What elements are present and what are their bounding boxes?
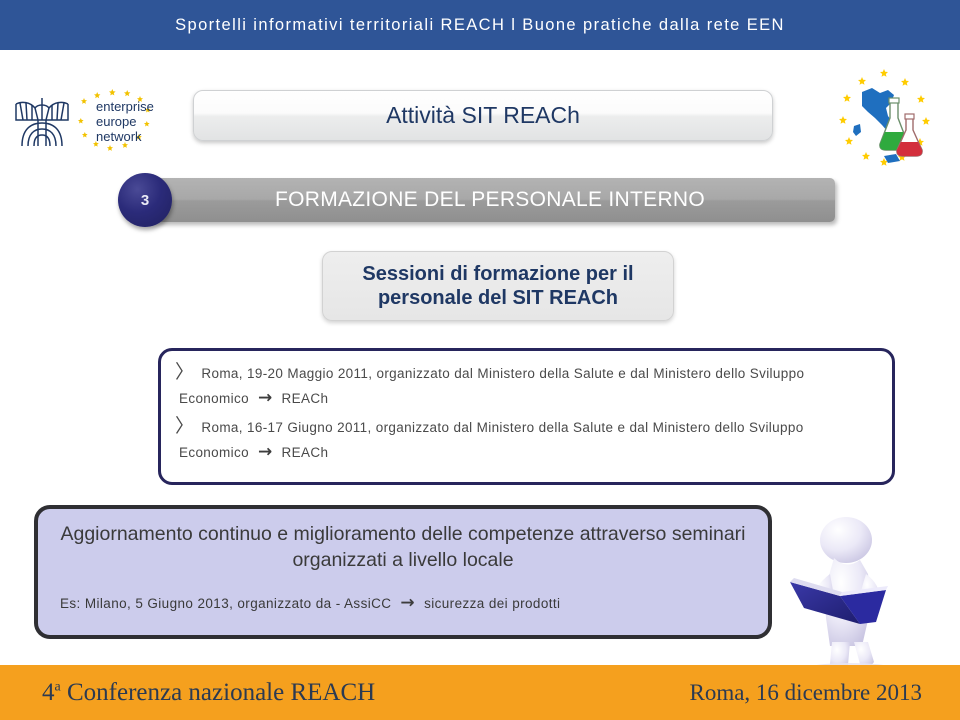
- bullet-line-primary: 〉 Roma, 16-17 Giugno 2011, organizzato d…: [175, 415, 874, 438]
- bullet-text: Roma, 19-20 Maggio 2011, organizzato dal…: [201, 366, 805, 381]
- person-reading-book-illustration: [764, 512, 940, 672]
- activity-title-pill: Attività SIT REACh: [193, 90, 773, 141]
- footer-conference-name: Conferenza nazionale REACH: [60, 678, 376, 706]
- arrow-right-icon: →: [400, 593, 416, 614]
- list-item: 〉 Roma, 19-20 Maggio 2011, organizzato d…: [175, 361, 874, 407]
- chevron-right-icon: 〉: [175, 415, 195, 438]
- bullet-text-after-arrow: REACh: [281, 445, 329, 461]
- footer-bar: 4a Conferenza nazionale REACH Roma, 16 d…: [0, 665, 960, 720]
- footer-conference-number: 4: [42, 678, 55, 706]
- step-number-label: 3: [140, 191, 150, 209]
- arrow-right-icon: →: [257, 442, 273, 463]
- formazione-bar-label: FORMAZIONE DEL PERSONALE INTERNO: [274, 188, 706, 211]
- bullet-line-secondary: Economico → REACh: [179, 390, 874, 407]
- bullet-text-after-arrow: REACh: [281, 391, 329, 407]
- een-logo-line2: europe: [96, 114, 136, 129]
- bullet-text-before-arrow: Economico: [179, 445, 249, 461]
- sessions-box: Sessioni di formazione per il personale …: [322, 251, 674, 321]
- example-text-before-arrow: Es: Milano, 5 Giugno 2013, organizzato d…: [60, 596, 392, 612]
- list-item: 〉 Roma, 16-17 Giugno 2011, organizzato d…: [175, 415, 874, 461]
- formazione-bar: FORMAZIONE DEL PERSONALE INTERNO: [145, 178, 835, 222]
- bullet-text-before-arrow: Economico: [179, 391, 249, 407]
- italy-reach-logo: [828, 68, 948, 176]
- footer-conference-title: 4a Conferenza nazionale REACH: [42, 679, 375, 707]
- header-title: Sportelli informativi territoriali REACH…: [175, 15, 785, 34]
- chevron-right-icon: 〉: [175, 361, 195, 383]
- bullet-list-box: 〉 Roma, 19-20 Maggio 2011, organizzato d…: [158, 348, 895, 485]
- sessions-box-label: Sessioni di formazione per il personale …: [362, 262, 634, 309]
- enterprise-europe-network-logo: enterprise europe network: [8, 86, 168, 158]
- continuous-update-example: Es: Milano, 5 Giugno 2013, organizzato d…: [60, 595, 746, 612]
- arrow-right-icon: →: [257, 388, 273, 409]
- continuous-update-box: Aggiornamento continuo e miglioramento d…: [34, 505, 772, 639]
- een-logo-line3: network: [96, 129, 142, 144]
- bullet-line-primary: 〉 Roma, 19-20 Maggio 2011, organizzato d…: [175, 361, 874, 383]
- step-number-badge: 3: [118, 173, 172, 227]
- header-bar: Sportelli informativi territoriali REACH…: [0, 0, 960, 50]
- continuous-update-heading: Aggiornamento continuo e miglioramento d…: [60, 523, 746, 572]
- bullet-line-secondary: Economico → REACh: [179, 444, 874, 461]
- activity-title-label: Attività SIT REACh: [386, 102, 580, 128]
- footer-date: Roma, 16 dicembre 2013: [689, 679, 922, 705]
- example-text-after-arrow: sicurezza dei prodotti: [424, 596, 561, 612]
- een-logo-line1: enterprise: [96, 99, 154, 114]
- figure-head: [820, 517, 872, 563]
- sardinia-shape: [853, 124, 861, 136]
- bullet-text: Roma, 16-17 Giugno 2011, organizzato dal…: [201, 420, 804, 436]
